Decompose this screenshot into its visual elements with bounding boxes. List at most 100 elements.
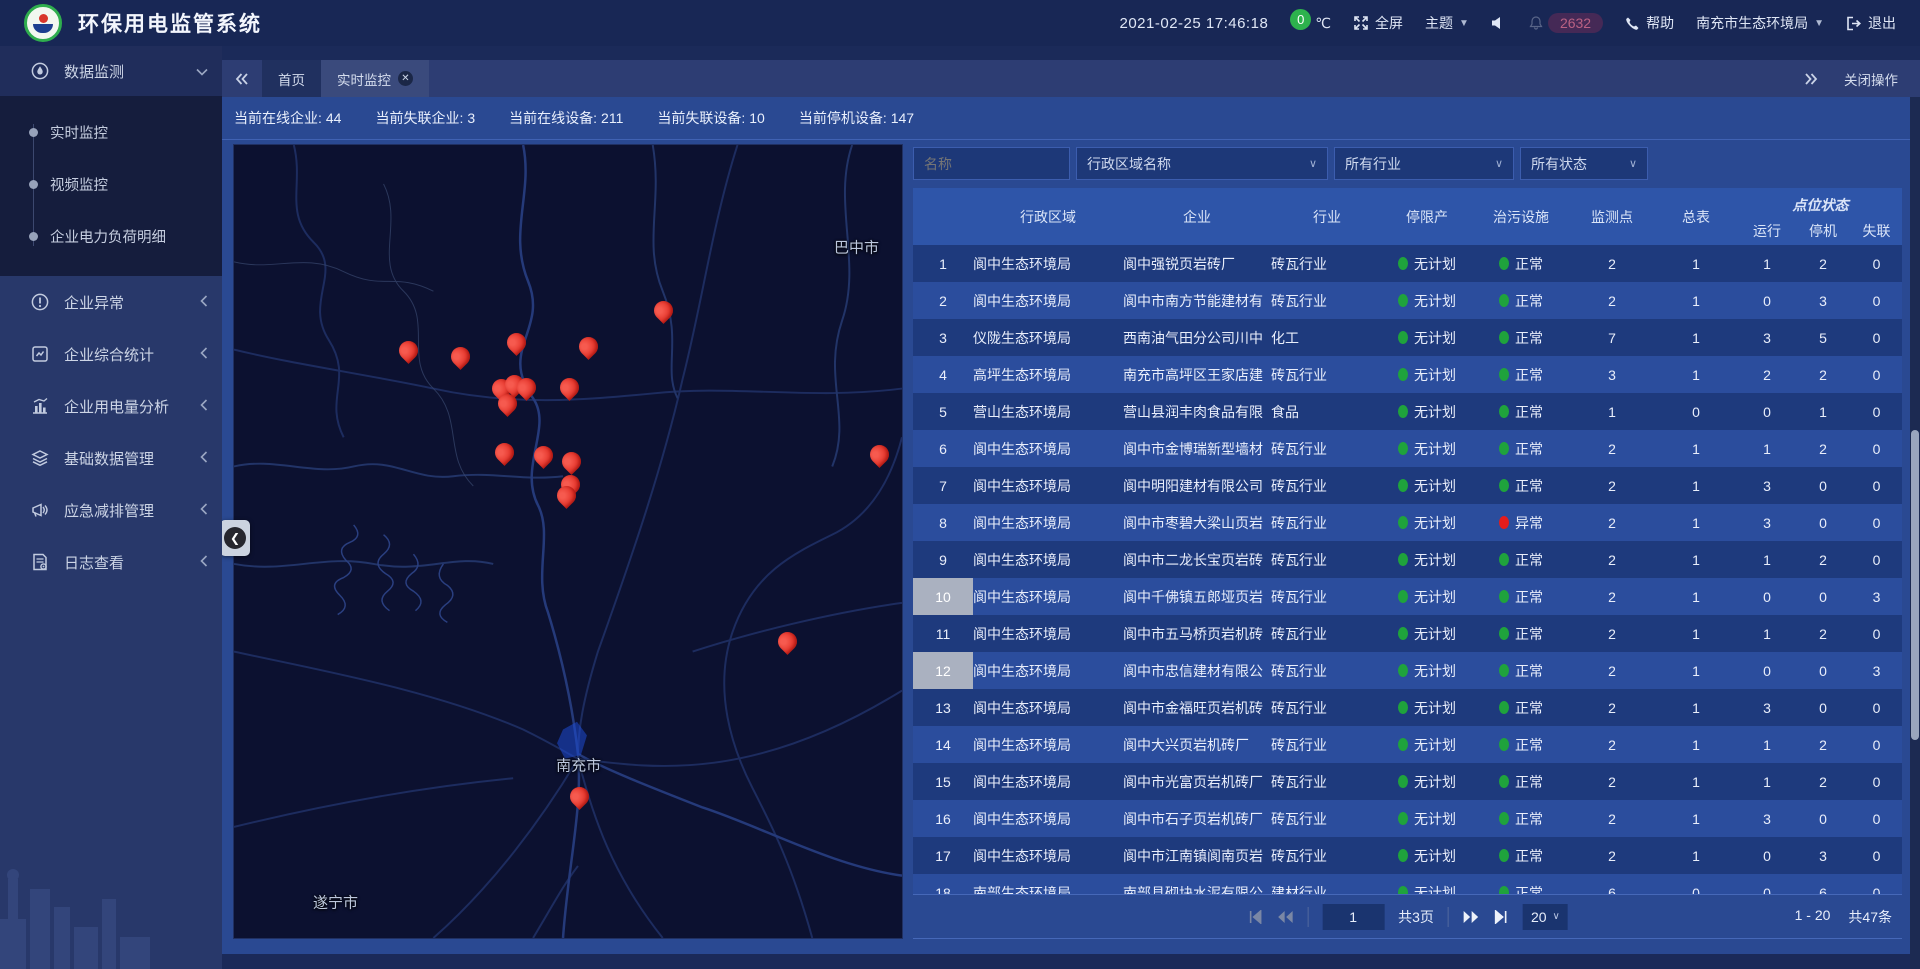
logout-button[interactable]: 退出 xyxy=(1846,13,1896,33)
org-dropdown[interactable]: 南充市生态环境局▼ xyxy=(1696,13,1824,33)
region-select[interactable]: 行政区域名称∨ xyxy=(1076,147,1328,180)
next-page-button[interactable] xyxy=(1463,910,1480,924)
cell-lost-count: 0 xyxy=(1851,811,1902,827)
main-content: 当前在线企业:44当前失联企业:3当前在线设备:211当前失联设备:10当前停机… xyxy=(222,97,1920,954)
notifications[interactable]: 2632 xyxy=(1528,13,1603,33)
window-scrollbar[interactable] xyxy=(1910,97,1920,969)
cell-facility-status: 正常 xyxy=(1471,735,1571,755)
cell-halt-count: 6 xyxy=(1795,885,1851,895)
cell-meter-count: 1 xyxy=(1653,552,1739,568)
table-row[interactable]: 18南部生态环境局南部县砌块水泥有限公建材行业无计划正常60060 xyxy=(913,874,1902,894)
tabs-scroll-right-button[interactable] xyxy=(1804,73,1818,85)
tab-close-icon[interactable]: ✕ xyxy=(398,71,413,86)
cell-halt-count: 0 xyxy=(1795,515,1851,531)
sidebar-subitem-1[interactable]: 视频监控 xyxy=(0,158,222,210)
chevron-down-icon: ∨ xyxy=(1495,157,1503,170)
sidebar-item-2[interactable]: 企业综合统计 xyxy=(0,328,222,380)
status-dot-icon xyxy=(1499,701,1509,714)
cell-halt-count: 1 xyxy=(1795,404,1851,420)
prev-page-button[interactable] xyxy=(1276,910,1293,924)
cell-halt-count: 2 xyxy=(1795,441,1851,457)
cell-monitor-count: 1 xyxy=(1571,404,1653,420)
cell-run-count: 0 xyxy=(1739,589,1795,605)
volume-button[interactable] xyxy=(1491,16,1506,30)
scrollbar-thumb[interactable] xyxy=(1911,430,1919,740)
table-row[interactable]: 15阆中生态环境局阆中市光富页岩机砖厂砖瓦行业无计划正常21120 xyxy=(913,763,1902,800)
close-operations-button[interactable]: 关闭操作 xyxy=(1844,69,1898,89)
name-search-field[interactable] xyxy=(924,156,1059,172)
sidebar-item-6[interactable]: 日志查看 xyxy=(0,536,222,588)
chevron-left-icon xyxy=(200,346,208,363)
status-dot-icon xyxy=(1499,590,1509,603)
table-row[interactable]: 6阆中生态环境局阆中市金博瑞新型墙材砖瓦行业无计划正常21120 xyxy=(913,430,1902,467)
sidebar-item-3[interactable]: 企业用电量分析 xyxy=(0,380,222,432)
cell-company: 阆中明阳建材有限公司 xyxy=(1123,476,1271,496)
name-search-input[interactable] xyxy=(913,147,1070,180)
sidebar-submenu: 实时监控视频监控企业电力负荷明细 xyxy=(0,96,222,276)
table-row[interactable]: 4高坪生态环境局南充市高坪区王家店建砖瓦行业无计划正常31220 xyxy=(913,356,1902,393)
tabs-scroll-left-button[interactable] xyxy=(222,60,262,97)
table-row[interactable]: 11阆中生态环境局阆中市五马桥页岩机砖砖瓦行业无计划正常21120 xyxy=(913,615,1902,652)
last-page-button[interactable] xyxy=(1494,910,1509,924)
theme-dropdown[interactable]: 主题▼ xyxy=(1425,13,1469,33)
app-title: 环保用电监管系统 xyxy=(78,8,262,38)
cell-meter-count: 1 xyxy=(1653,774,1739,790)
cell-run-count: 1 xyxy=(1739,256,1795,272)
status-dot-icon xyxy=(1499,294,1509,307)
cell-stop-status: 无计划 xyxy=(1383,883,1471,895)
status-dot-icon xyxy=(1499,479,1509,492)
row-number: 4 xyxy=(913,356,973,393)
first-page-button[interactable] xyxy=(1247,910,1262,924)
cell-halt-count: 2 xyxy=(1795,626,1851,642)
table-row[interactable]: 7阆中生态环境局阆中明阳建材有限公司砖瓦行业无计划正常21300 xyxy=(913,467,1902,504)
table-row[interactable]: 1阆中生态环境局阆中强锐页岩砖厂砖瓦行业无计划正常21120 xyxy=(913,245,1902,282)
sidebar-item-1[interactable]: 企业异常 xyxy=(0,276,222,328)
cell-stop-status: 无计划 xyxy=(1383,513,1471,533)
cell-company: 南部县砌块水泥有限公 xyxy=(1123,883,1271,895)
help-button[interactable]: 帮助 xyxy=(1625,13,1674,33)
cell-meter-count: 1 xyxy=(1653,367,1739,383)
cell-halt-count: 3 xyxy=(1795,848,1851,864)
sidebar-subitem-0[interactable]: 实时监控 xyxy=(0,106,222,158)
sidebar-item-5[interactable]: 应急减排管理 xyxy=(0,484,222,536)
cell-industry: 砖瓦行业 xyxy=(1271,513,1383,533)
table-row[interactable]: 3仪陇生态环境局西南油气田分公司川中化工无计划正常71350 xyxy=(913,319,1902,356)
page-size-select[interactable]: 20∨ xyxy=(1523,904,1568,930)
cell-company: 阆中大兴页岩机砖厂 xyxy=(1123,735,1271,755)
table-row[interactable]: 17阆中生态环境局阆中市江南镇阆南页岩砖瓦行业无计划正常21030 xyxy=(913,837,1902,874)
cell-company: 西南油气田分公司川中 xyxy=(1123,328,1271,348)
sidebar-item-0[interactable]: 数据监测 xyxy=(0,46,222,96)
sidebar-item-4[interactable]: 基础数据管理 xyxy=(0,432,222,484)
table-row[interactable]: 12阆中生态环境局阆中市忠信建材有限公砖瓦行业无计划正常21003 xyxy=(913,652,1902,689)
row-number: 18 xyxy=(913,874,973,894)
cell-run-count: 1 xyxy=(1739,626,1795,642)
status-dot-icon xyxy=(1398,849,1408,862)
table-row[interactable]: 14阆中生态环境局阆中大兴页岩机砖厂砖瓦行业无计划正常21120 xyxy=(913,726,1902,763)
stat-value: 211 xyxy=(601,110,623,126)
chevron-left-icon: ❮ xyxy=(224,527,246,549)
table-row[interactable]: 10阆中生态环境局阆中千佛镇五郎垭页岩砖瓦行业无计划正常21003 xyxy=(913,578,1902,615)
cell-meter-count: 1 xyxy=(1653,441,1739,457)
table-row[interactable]: 13阆中生态环境局阆中市金福旺页岩机砖砖瓦行业无计划正常21300 xyxy=(913,689,1902,726)
table-row[interactable]: 8阆中生态环境局阆中市枣碧大梁山页岩砖瓦行业无计划异常21300 xyxy=(913,504,1902,541)
cell-lost-count: 0 xyxy=(1851,626,1902,642)
status-select[interactable]: 所有状态∨ xyxy=(1520,147,1648,180)
cell-industry: 砖瓦行业 xyxy=(1271,846,1383,866)
table-row[interactable]: 9阆中生态环境局阆中市二龙长宝页岩砖砖瓦行业无计划正常21120 xyxy=(913,541,1902,578)
cell-region: 阆中生态环境局 xyxy=(973,513,1123,533)
page-number-input[interactable] xyxy=(1322,904,1384,930)
chevron-left-icon xyxy=(200,294,208,311)
sidebar-subitem-2[interactable]: 企业电力负荷明细 xyxy=(0,210,222,262)
map-panel[interactable]: ❮ 巴中市南充市遂宁市 xyxy=(233,144,903,939)
map-collapse-button[interactable]: ❮ xyxy=(220,520,250,556)
table-row[interactable]: 16阆中生态环境局阆中市石子页岩机砖厂砖瓦行业无计划正常21300 xyxy=(913,800,1902,837)
tab-1[interactable]: 实时监控✕ xyxy=(321,60,429,97)
tab-0[interactable]: 首页 xyxy=(262,60,321,97)
cell-halt-count: 5 xyxy=(1795,330,1851,346)
fullscreen-button[interactable]: 全屏 xyxy=(1353,13,1403,33)
table-row[interactable]: 5营山生态环境局营山县润丰肉食品有限食品无计划正常10010 xyxy=(913,393,1902,430)
table-row[interactable]: 2阆中生态环境局阆中市南方节能建材有砖瓦行业无计划正常21030 xyxy=(913,282,1902,319)
cell-company: 阆中千佛镇五郎垭页岩 xyxy=(1123,587,1271,607)
cell-meter-count: 1 xyxy=(1653,663,1739,679)
industry-select[interactable]: 所有行业∨ xyxy=(1334,147,1514,180)
